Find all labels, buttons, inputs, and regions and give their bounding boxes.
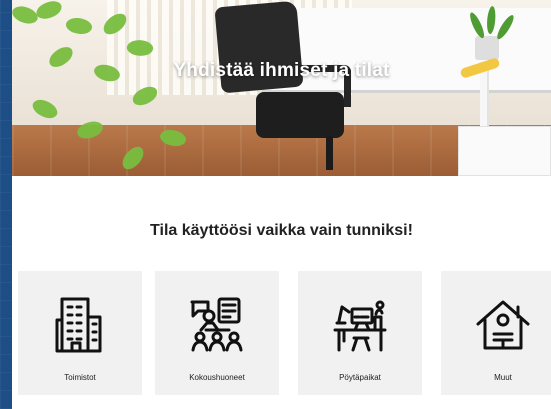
category-card-other[interactable]: Muut <box>441 271 551 395</box>
office-chair-stem <box>326 136 333 170</box>
category-label: Pöytäpaikat <box>339 373 381 382</box>
category-card-offices[interactable]: Toimistot <box>18 271 142 395</box>
content-panel: Yhdistää ihmiset ja tilat Tila käyttöösi… <box>12 0 551 409</box>
house-icon <box>476 300 530 350</box>
space-category-cards: Toimistot Kokoushuoneet Pöytäpaikat Muut <box>18 271 551 395</box>
category-label: Kokoushuoneet <box>189 373 245 382</box>
page-frame: Yhdistää ihmiset ja tilat Tila käyttöösi… <box>0 0 551 409</box>
desk-workspace-icon <box>333 300 387 352</box>
white-cabinet <box>458 126 551 176</box>
meeting-room-icon <box>190 297 243 352</box>
section-title: Tila käyttöösi vaikka vain tunniksi! <box>150 221 413 239</box>
category-card-meeting-rooms[interactable]: Kokoushuoneet <box>155 271 279 395</box>
category-card-desk-spaces[interactable]: Pöytäpaikat <box>298 271 422 395</box>
hero-banner: Yhdistää ihmiset ja tilat <box>12 0 551 176</box>
category-label: Toimistot <box>64 373 96 382</box>
office-building-icon <box>55 297 102 353</box>
small-plant-pot <box>475 36 499 60</box>
category-label: Muut <box>494 373 512 382</box>
hero-title: Yhdistää ihmiset ja tilat <box>173 60 390 81</box>
office-chair-seat <box>256 92 344 138</box>
